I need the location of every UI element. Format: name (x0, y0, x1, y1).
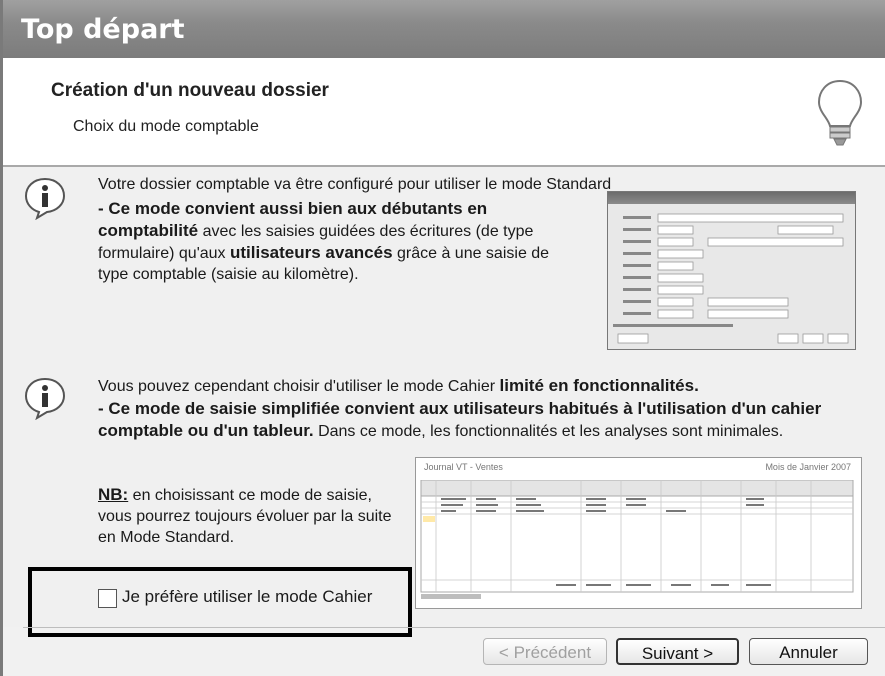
wizard-header: Création d'un nouveau dossier Choix du m… (3, 58, 885, 167)
window-title: Top départ (21, 14, 185, 45)
page-subtitle: Choix du mode comptable (73, 118, 259, 135)
preview-form-image (613, 213, 849, 344)
info2-intro: Vous pouvez cependant choisir d'utiliser… (98, 375, 878, 397)
info2-description: - Ce mode de saisie simplifiée convient … (98, 398, 868, 442)
info1-intro: Votre dossier comptable va être configur… (98, 176, 612, 193)
info2-nb: NB: (98, 485, 129, 504)
info1-description: - Ce mode convient aussi bien aux débuta… (98, 198, 578, 285)
footer-divider (23, 627, 885, 628)
info2-text-2: Dans ce mode, les fonctionnalités et les… (313, 423, 784, 440)
lightbulb-icon (817, 79, 863, 146)
cancel-button[interactable]: Annuler (749, 638, 868, 665)
info2-text-1: Vous pouvez cependant choisir d'utiliser… (98, 378, 500, 395)
previous-button[interactable]: < Précédent (483, 638, 607, 665)
preview-journal-period: Mois de Janvier 2007 (765, 462, 851, 472)
title-bar[interactable]: Top départ (3, 0, 885, 58)
page-title: Création d'un nouveau dossier (51, 80, 329, 101)
info2-bold-1: limité en fonctionnalités. (499, 376, 699, 395)
next-button[interactable]: Suivant > (616, 638, 739, 665)
preview-journal-title: Journal VT - Ventes (424, 462, 503, 472)
cahier-mode-preview: Journal VT - Ventes Mois de Janvier 2007 (415, 457, 862, 609)
info2-nb-text: en choisissant ce mode de saisie, vous p… (98, 487, 392, 546)
info1-bold-2: utilisateurs avancés (230, 243, 393, 262)
wizard-window: Top départ Création d'un nouveau dossier… (0, 0, 885, 676)
preview-table-image (420, 480, 854, 599)
info-icon (24, 377, 66, 420)
standard-mode-preview (607, 191, 856, 350)
info-icon (24, 177, 66, 220)
info2-note: NB: en choisissant ce mode de saisie, vo… (98, 484, 403, 548)
